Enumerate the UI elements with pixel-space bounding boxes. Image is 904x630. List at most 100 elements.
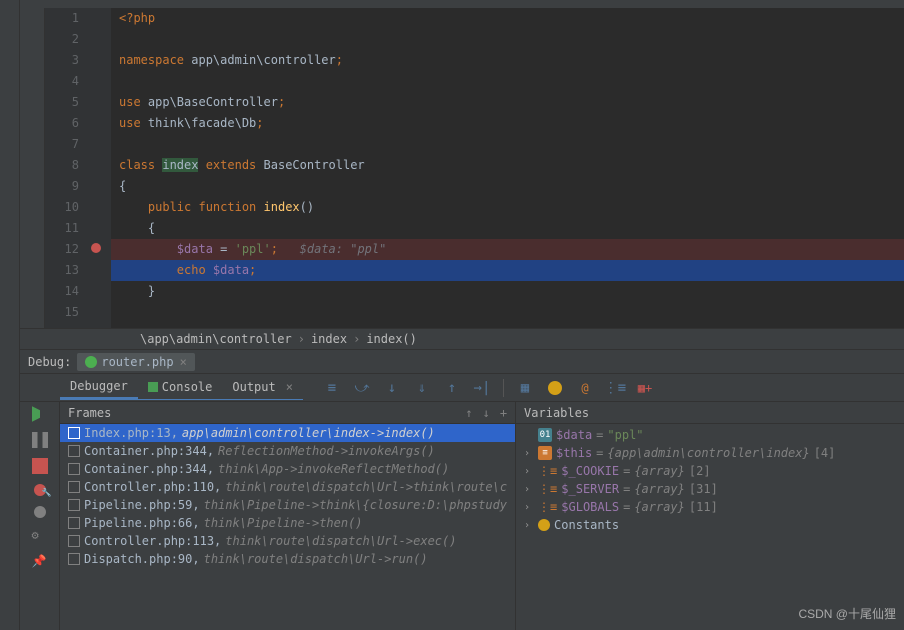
code-token: () xyxy=(300,200,314,214)
frames-label: Frames xyxy=(68,406,111,420)
arrow-down-icon[interactable]: ↓ xyxy=(483,406,490,420)
gutter-marks xyxy=(87,8,111,328)
chevron-right-icon[interactable]: › xyxy=(524,466,534,477)
line-number: 4 xyxy=(45,71,79,92)
frame-row[interactable]: Dispatch.php:90, think\route\dispatch\Ur… xyxy=(60,550,515,568)
code-token: echo xyxy=(177,263,213,277)
debug-label: Debug: xyxy=(28,355,71,369)
code-token: function xyxy=(198,200,263,214)
coverage-button[interactable] xyxy=(546,379,564,397)
debug-session-tab[interactable]: router.php × xyxy=(77,353,194,371)
plus-icon[interactable]: + xyxy=(500,406,507,420)
list-icon: ⋮≡ xyxy=(538,482,557,496)
code-token: app\BaseController xyxy=(148,95,278,109)
evaluate-button[interactable]: ▦ xyxy=(516,379,534,397)
breakpoint-icon[interactable] xyxy=(91,243,101,253)
force-step-into-button[interactable]: ⇓ xyxy=(413,379,431,397)
tab-output[interactable]: Output× xyxy=(222,376,303,398)
chevron-right-icon[interactable]: › xyxy=(524,448,534,459)
line-number: 14 xyxy=(45,281,79,302)
frame-row[interactable]: Container.php:344, ReflectionMethod->inv… xyxy=(60,442,515,460)
chevron-right-icon[interactable]: › xyxy=(524,502,534,513)
stop-button[interactable] xyxy=(32,458,48,474)
view-breakpoints-button[interactable]: 🔧 xyxy=(34,484,46,496)
code-token: think\facade\Db xyxy=(148,116,256,130)
tab-console[interactable]: Console xyxy=(138,376,223,398)
close-icon[interactable]: × xyxy=(286,380,293,394)
list-icon[interactable]: ⋮≡ xyxy=(606,379,624,397)
frame-icon xyxy=(68,535,80,547)
frame-icon xyxy=(68,499,80,511)
frame-icon xyxy=(68,517,80,529)
frame-row[interactable]: Controller.php:110, think\route\dispatch… xyxy=(60,478,515,496)
debug-side-toolbar: 🔧 ⚙ 📌 xyxy=(20,402,60,630)
step-into-button[interactable]: ↓ xyxy=(383,379,401,397)
variables-list[interactable]: 01$data = "ppl" ›≡$this = {app\admin\con… xyxy=(516,424,904,630)
code-token: ; xyxy=(271,242,278,256)
close-icon[interactable]: × xyxy=(180,355,187,369)
variables-panel: Variables 01$data = "ppl" ›≡$this = {app… xyxy=(516,402,904,630)
show-execution-point-button[interactable]: ≡ xyxy=(323,379,341,397)
breadcrumb[interactable]: \app\admin\controller › index › index() xyxy=(20,328,904,350)
frame-row[interactable]: Controller.php:113, think\route\dispatch… xyxy=(60,532,515,550)
code-token: app\admin\controller xyxy=(191,53,336,67)
step-over-button[interactable]: ⤻ xyxy=(353,379,371,397)
tab-debugger[interactable]: Debugger xyxy=(60,375,138,399)
project-sidebar-strip[interactable] xyxy=(0,0,20,630)
frames-list[interactable]: Index.php:13, app\admin\controller\index… xyxy=(60,424,515,630)
code-token: BaseController xyxy=(264,158,365,172)
editor-left-strip xyxy=(20,8,45,328)
frame-row[interactable]: Container.php:344, think\App->invokeRefl… xyxy=(60,460,515,478)
frame-icon xyxy=(68,427,80,439)
breadcrumb-path[interactable]: \app\admin\controller xyxy=(140,332,292,346)
code-token: use xyxy=(119,116,148,130)
code-token: index xyxy=(162,158,198,172)
chevron-right-icon[interactable]: › xyxy=(524,484,534,495)
line-number: 11 xyxy=(45,218,79,239)
editor-area: 1 2 3 4 5 6 7 8 9 10 11 12 13 14 15 <?ph… xyxy=(20,0,904,350)
variable-row[interactable]: 01$data = "ppl" xyxy=(516,426,904,444)
pin-button[interactable]: 📌 xyxy=(32,554,48,570)
mute-breakpoints-button[interactable] xyxy=(34,506,46,518)
line-number: 13 xyxy=(45,260,79,281)
settings-button[interactable]: ⚙ xyxy=(32,528,48,544)
code-token: $data xyxy=(213,263,249,277)
list-icon: ⋮≡ xyxy=(538,464,557,478)
chevron-right-icon: › xyxy=(298,332,305,346)
pause-button[interactable] xyxy=(32,432,48,448)
list-icon: ⋮≡ xyxy=(538,500,557,514)
chevron-right-icon[interactable]: › xyxy=(524,520,534,531)
line-number: 6 xyxy=(45,113,79,134)
editor-tabs[interactable] xyxy=(20,0,904,8)
line-gutter[interactable]: 1 2 3 4 5 6 7 8 9 10 11 12 13 14 15 xyxy=(45,8,87,328)
constants-icon xyxy=(538,519,550,531)
bug-icon xyxy=(85,356,97,368)
run-to-cursor-button[interactable]: →| xyxy=(473,379,491,397)
code-token: = xyxy=(213,242,235,256)
arrow-up-icon[interactable]: ↑ xyxy=(465,406,472,420)
code-token: $data xyxy=(177,242,213,256)
breadcrumb-class[interactable]: index xyxy=(311,332,347,346)
frame-row[interactable]: Index.php:13, app\admin\controller\index… xyxy=(60,424,515,442)
resume-button[interactable] xyxy=(32,406,48,422)
line-number: 7 xyxy=(45,134,79,155)
inline-hint: $data: "ppl" xyxy=(300,242,387,256)
code-token: } xyxy=(148,284,155,298)
variable-row[interactable]: ›⋮≡$_COOKIE = {array} [2] xyxy=(516,462,904,480)
breadcrumb-method[interactable]: index() xyxy=(366,332,417,346)
code-editor[interactable]: <?php namespace app\admin\controller; us… xyxy=(111,8,904,328)
step-out-button[interactable]: ↑ xyxy=(443,379,461,397)
variable-row[interactable]: ›⋮≡$_SERVER = {array} [31] xyxy=(516,480,904,498)
variable-row[interactable]: ›≡$this = {app\admin\controller\index} [… xyxy=(516,444,904,462)
frame-row[interactable]: Pipeline.php:59, think\Pipeline->think\{… xyxy=(60,496,515,514)
variable-row[interactable]: ›⋮≡$GLOBALS = {array} [11] xyxy=(516,498,904,516)
add-icon[interactable]: ▦+ xyxy=(636,379,654,397)
variable-row[interactable]: ›Constants xyxy=(516,516,904,534)
frame-icon xyxy=(68,553,80,565)
frame-row[interactable]: Pipeline.php:66, think\Pipeline->then() xyxy=(60,514,515,532)
code-token: { xyxy=(119,179,126,193)
line-number: 1 xyxy=(45,8,79,29)
code-token: index xyxy=(264,200,300,214)
line-number: 10 xyxy=(45,197,79,218)
at-icon[interactable]: @ xyxy=(576,379,594,397)
